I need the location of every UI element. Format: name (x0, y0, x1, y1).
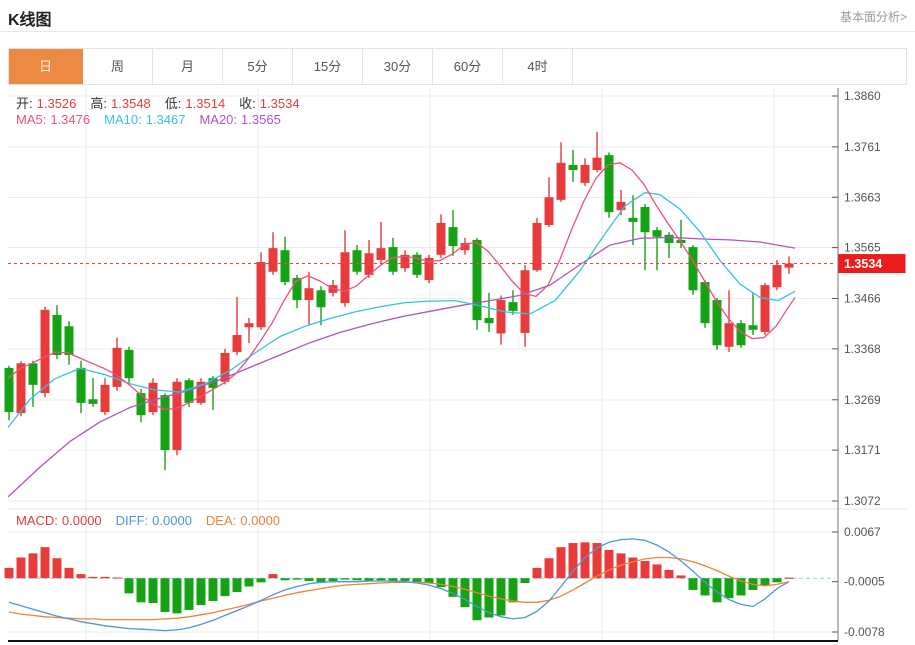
ma20-value: 1.3565 (241, 112, 281, 127)
macd-legend: MACD:0.0000DIFF:0.0000DEA:0.0000 (16, 513, 294, 528)
close-value: 1.3534 (260, 96, 300, 111)
tab-min60[interactable]: 60分 (433, 49, 503, 84)
ma-legend: MA5: 1.3476 MA10: 1.3467 MA20: 1.3565 (16, 112, 295, 127)
tab-min5[interactable]: 5分 (223, 49, 293, 84)
ma20-label: MA20: (199, 112, 237, 127)
svg-text:-0.0078: -0.0078 (844, 625, 885, 639)
tab-hour4[interactable]: 4时 (503, 49, 573, 84)
svg-text:1.3761: 1.3761 (844, 140, 881, 154)
svg-text:1.3171: 1.3171 (844, 443, 881, 457)
tab-bar-filler (573, 49, 906, 84)
svg-text:1.3072: 1.3072 (844, 494, 881, 508)
svg-text:1.3466: 1.3466 (844, 292, 881, 306)
low-value: 1.3514 (185, 96, 225, 111)
high-label: 高: (90, 96, 107, 111)
macd-label: MACD: (16, 513, 58, 528)
ma10-line (8, 193, 795, 428)
low-label: 低: (165, 96, 182, 111)
close-label: 收: (239, 96, 256, 111)
interval-tab-bar: 日周月5分15分30分60分4时 (8, 48, 907, 85)
candles-layer (5, 132, 794, 470)
dea-label: DEA: (206, 513, 236, 528)
open-value: 1.3526 (37, 96, 77, 111)
svg-text:1.3565: 1.3565 (844, 241, 881, 255)
high-value: 1.3548 (111, 96, 151, 111)
tab-day[interactable]: 日 (9, 49, 83, 84)
tab-min15[interactable]: 15分 (293, 49, 363, 84)
svg-text:1.3269: 1.3269 (844, 393, 881, 407)
ohlc-legend: 开: 1.3526 高: 1.3548 低:1.3514 收: 1.3534 (16, 93, 314, 112)
ma5-label: MA5: (16, 112, 46, 127)
macd-value: 0.0000 (62, 513, 102, 528)
kline-app: K线图 基本面分析> 日周月5分15分30分60分4时 开:1.3526高:1.… (0, 0, 915, 645)
tab-min30[interactable]: 30分 (363, 49, 433, 84)
current-price-badge: 1.3534 (839, 254, 906, 273)
ma10-value: 1.3467 (146, 112, 186, 127)
diff-value: 0.0000 (152, 513, 192, 528)
svg-text:1.3368: 1.3368 (844, 342, 881, 356)
tab-week[interactable]: 周 (83, 49, 153, 84)
svg-text:1.3534: 1.3534 (844, 257, 882, 271)
ma5-value: 1.3476 (50, 112, 90, 127)
dea-value: 0.0000 (240, 513, 280, 528)
macd-y-axis: 0.0067 -0.0005 -0.0078 (832, 525, 885, 639)
svg-text:-0.0005: -0.0005 (844, 575, 885, 589)
gridlines (8, 88, 907, 641)
open-label: 开: (16, 96, 33, 111)
svg-text:1.3663: 1.3663 (844, 190, 881, 204)
ma10-label: MA10: (104, 112, 142, 127)
diff-label: DIFF: (116, 513, 149, 528)
svg-text:1.3860: 1.3860 (844, 89, 881, 103)
svg-text:0.0067: 0.0067 (844, 525, 881, 539)
tab-month[interactable]: 月 (153, 49, 223, 84)
main-y-axis: 1.3860 1.3761 1.3663 1.3565 1.3466 1.3368 1.32… (832, 89, 881, 508)
